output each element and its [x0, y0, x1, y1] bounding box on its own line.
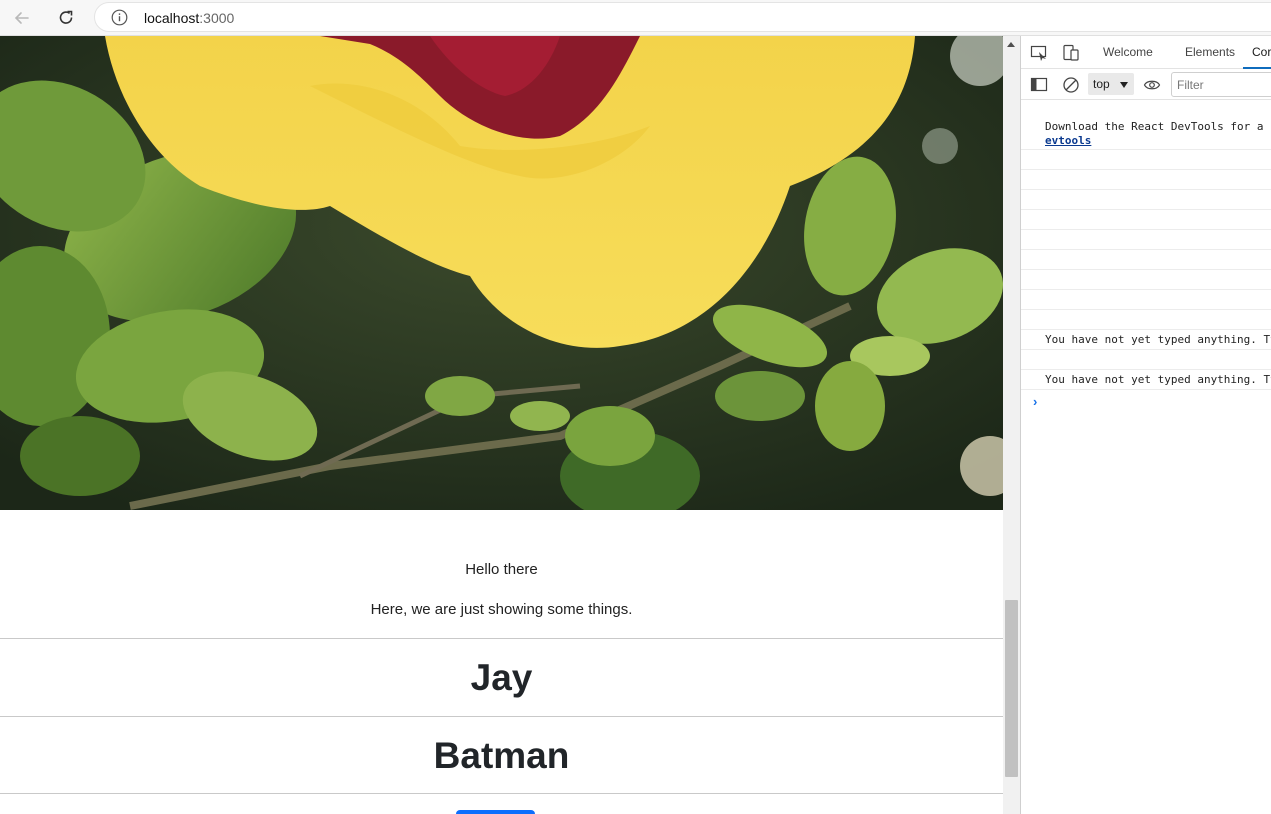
console-empty-row: [1021, 190, 1271, 210]
devtools-tabbar: Welcome Elements Cor: [1021, 36, 1271, 69]
hibiscus-photo: [0, 36, 1003, 510]
console-message: You have not yet typed anything. Ty: [1021, 330, 1271, 350]
name-row: Jay: [0, 638, 1003, 716]
tab-welcome[interactable]: Welcome: [1103, 45, 1153, 59]
caret-down-icon: [1120, 82, 1128, 88]
devtools-panel: Welcome Elements Cor top Filter Download…: [1020, 36, 1271, 814]
reload-button[interactable]: [52, 4, 80, 32]
info-icon[interactable]: [111, 9, 128, 26]
console-prompt-chevron-icon[interactable]: ›: [1033, 394, 1037, 409]
scroll-thumb[interactable]: [1005, 600, 1018, 777]
console-message-text: You have not yet typed anything. Ty: [1045, 373, 1271, 386]
console-message: Download the React DevTools for a b evto…: [1021, 100, 1271, 150]
console-empty-row: [1021, 170, 1271, 190]
greeting-text: Hello there: [465, 561, 538, 578]
console-message-text: Download the React DevTools for a b: [1045, 120, 1271, 133]
console-empty-row: [1021, 290, 1271, 310]
console-message-link[interactable]: evtools: [1045, 134, 1091, 147]
console-empty-row: [1021, 270, 1271, 290]
back-button[interactable]: [8, 4, 36, 32]
console-empty-row: [1021, 350, 1271, 370]
console-message: You have not yet typed anything. Ty: [1021, 370, 1271, 390]
back-arrow-icon: [14, 12, 29, 24]
console-filter-input[interactable]: Filter: [1171, 72, 1271, 97]
context-select[interactable]: top: [1088, 73, 1134, 95]
device-emulation-icon[interactable]: [1062, 44, 1080, 62]
inspect-element-icon[interactable]: [1030, 44, 1048, 62]
page-scrollbar[interactable]: [1003, 36, 1020, 814]
console-toolbar: top Filter: [1021, 69, 1271, 100]
console-empty-row: [1021, 210, 1271, 230]
console-empty-row: [1021, 250, 1271, 270]
tagline-text: Here, we are just showing some things.: [370, 601, 633, 618]
address-bar[interactable]: localhost:3000: [94, 2, 1271, 32]
live-expression-eye-icon[interactable]: [1143, 76, 1161, 94]
clear-console-icon[interactable]: [1062, 76, 1080, 94]
console-message-text: You have not yet typed anything. Ty: [1045, 333, 1271, 346]
console-empty-row: [1021, 230, 1271, 250]
url-text[interactable]: localhost:3000: [144, 10, 234, 26]
browser-toolbar: localhost:3000: [0, 0, 1271, 36]
hero-image: [0, 36, 1003, 510]
scroll-up-arrow-icon[interactable]: [1007, 42, 1015, 47]
partial-button[interactable]: [456, 810, 535, 814]
name-row: Batman: [0, 716, 1003, 794]
tab-console[interactable]: Cor: [1252, 45, 1271, 59]
console-empty-row: [1021, 150, 1271, 170]
console-empty-row: [1021, 310, 1271, 330]
reload-icon: [59, 10, 73, 24]
sidebar-toggle-icon[interactable]: [1030, 76, 1048, 94]
url-port: :3000: [199, 10, 235, 26]
context-select-value: top: [1093, 77, 1110, 91]
url-host: localhost: [144, 10, 200, 26]
page-viewport: Hello there Here, we are just showing so…: [0, 36, 1003, 814]
tab-elements[interactable]: Elements: [1185, 45, 1235, 59]
